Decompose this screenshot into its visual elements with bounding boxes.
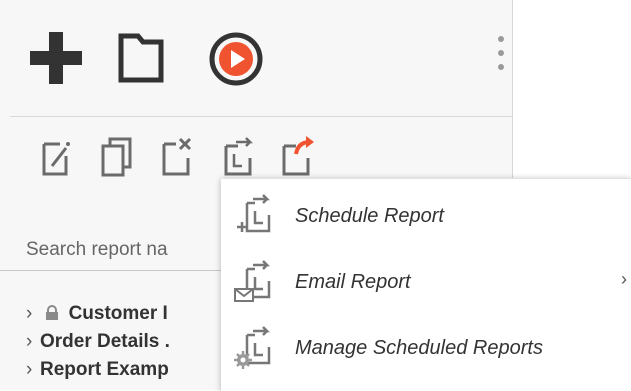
chevron-right-icon: › [621,269,627,289]
manage-schedule-icon [234,326,271,369]
plus-icon[interactable] [28,30,84,86]
email-report-icon [234,260,271,302]
copy-icon[interactable] [100,136,134,178]
folder-icon[interactable] [118,32,164,84]
report-search [0,230,246,271]
menu-item-manage-scheduled-reports[interactable]: Manage Scheduled Reports [221,317,631,377]
search-input[interactable] [0,230,246,270]
schedule-icon[interactable] [222,136,258,178]
menu-item-schedule-report[interactable]: Schedule Report [221,185,631,245]
menu-item-email-report[interactable]: Email Report › [221,251,631,311]
delete-icon[interactable] [160,136,196,178]
share-dropdown-menu: Schedule Report Email Report › Manage Sc… [221,178,631,391]
menu-item-label: Email Report [295,271,411,293]
main-toolbar [0,0,513,117]
chevron-right-icon[interactable]: › [26,328,40,356]
tree-item-report-examples[interactable]: › Report Examp [26,356,170,384]
tree-item-label: Report Examp [40,359,169,380]
menu-item-label: Schedule Report [295,205,444,227]
edit-icon[interactable] [40,138,72,178]
more-options-icon[interactable] [496,36,506,86]
share-icon[interactable] [280,134,318,178]
play-circle-icon[interactable] [208,31,264,87]
tree-item-label: Order Details . [40,331,170,352]
report-tree: › Customer I › Order Details . › Report Ex… [26,300,170,384]
tree-item-order-details[interactable]: › Order Details . [26,328,170,356]
chevron-right-icon[interactable]: › [26,300,40,328]
schedule-report-icon [237,194,271,233]
tree-item-customer[interactable]: › Customer I [26,300,170,328]
lock-icon [46,305,59,320]
menu-item-label: Manage Scheduled Reports [295,337,543,359]
tree-item-label: Customer I [68,303,168,324]
chevron-right-icon[interactable]: › [26,356,40,384]
toolbar-divider [10,116,512,117]
